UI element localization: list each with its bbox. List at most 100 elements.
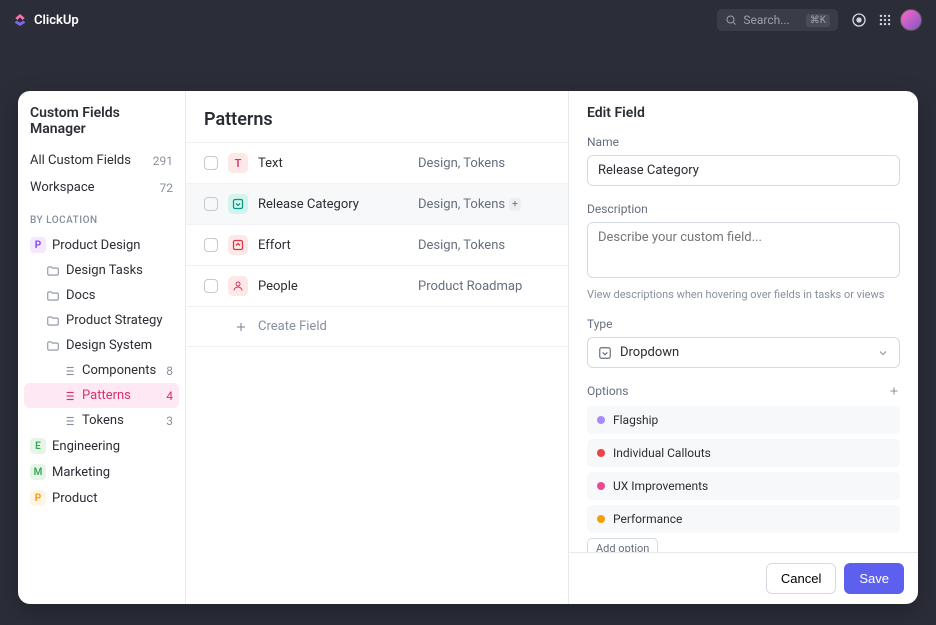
field-name: Text [258, 156, 408, 171]
field-row[interactable]: T Text Design, Tokens [186, 142, 568, 184]
space-badge: P [30, 237, 46, 253]
space-item[interactable]: E Engineering [24, 433, 179, 459]
field-type-icon [228, 235, 248, 255]
page-title: Patterns [186, 109, 568, 142]
folder-item[interactable]: Docs [24, 283, 179, 308]
space-badge: P [30, 490, 46, 506]
list-label: Components [82, 363, 156, 378]
topbar: ClickUp Search... ⌘K [0, 0, 936, 40]
field-type-icon [228, 276, 248, 296]
location-tree: P Product Design Design Tasks Docs Product S… [18, 232, 185, 511]
field-checkbox[interactable] [204, 156, 218, 170]
option-label: UX Improvements [613, 479, 708, 493]
add-option-button[interactable]: Add option [587, 538, 658, 552]
field-location: Design, Tokens+ [418, 197, 521, 212]
search-shortcut: ⌘K [806, 14, 830, 27]
list-item[interactable]: Patterns4 [24, 383, 179, 408]
field-name: People [258, 279, 408, 294]
list-label: Tokens [82, 413, 124, 428]
clickup-logo-icon [12, 12, 28, 28]
panel-footer: Cancel Save [569, 552, 918, 604]
sidebar-workspace[interactable]: Workspace 72 [18, 174, 185, 201]
create-field-button[interactable]: Create Field [186, 307, 568, 347]
list-count: 8 [166, 364, 173, 378]
field-type-icon [228, 194, 248, 214]
sidebar-all-fields[interactable]: All Custom Fields 291 [18, 147, 185, 174]
add-option-icon[interactable] [888, 385, 900, 397]
option-color-dot [597, 482, 605, 490]
global-search[interactable]: Search... ⌘K [717, 9, 838, 31]
space-item[interactable]: P Product Design [24, 232, 179, 258]
field-row[interactable]: People Product Roadmap [186, 266, 568, 307]
option-label: Individual Callouts [613, 446, 711, 460]
space-badge: E [30, 438, 46, 454]
list-item[interactable]: Tokens 3 [24, 408, 179, 433]
field-checkbox[interactable] [204, 197, 218, 211]
field-type-icon: T [228, 153, 248, 173]
app-logo[interactable]: ClickUp [12, 12, 79, 28]
space-label: Marketing [52, 465, 110, 480]
option-color-dot [597, 515, 605, 523]
description-input[interactable] [587, 222, 900, 278]
field-checkbox[interactable] [204, 238, 218, 252]
folder-item[interactable]: Product Strategy [24, 308, 179, 333]
grid-icon [878, 13, 892, 27]
options-label: Options [587, 384, 629, 398]
type-label: Type [587, 317, 900, 331]
folder-label: Product Strategy [66, 313, 162, 328]
sidebar-section-label: BY LOCATION [18, 201, 185, 232]
field-location: Design, Tokens [418, 238, 505, 253]
search-placeholder: Search... [743, 13, 789, 27]
folder-item[interactable]: Design System [24, 333, 179, 358]
field-name: Release Category [258, 197, 408, 212]
name-label: Name [587, 135, 900, 149]
folder-label: Docs [66, 288, 95, 303]
dropdown-option[interactable]: Performance [587, 505, 900, 533]
field-name: Effort [258, 238, 408, 253]
folder-label: Design System [66, 338, 152, 353]
option-color-dot [597, 416, 605, 424]
chevron-down-icon [877, 347, 889, 359]
dropdown-option[interactable]: UX Improvements [587, 472, 900, 500]
dropdown-type-icon [598, 346, 612, 360]
field-location: Product Roadmap [418, 279, 522, 294]
apps-button[interactable] [872, 7, 898, 33]
folder-item[interactable]: Design Tasks [24, 258, 179, 283]
panel-title: Edit Field [587, 105, 900, 121]
field-checkbox[interactable] [204, 279, 218, 293]
custom-fields-modal: Custom Fields Manager All Custom Fields … [18, 91, 918, 604]
dropdown-option[interactable]: Flagship [587, 406, 900, 434]
list-item[interactable]: Components 8 [24, 358, 179, 383]
space-label: Engineering [52, 439, 120, 454]
field-row[interactable]: Effort Design, Tokens [186, 225, 568, 266]
list-count: 3 [166, 414, 173, 428]
space-label: Product [52, 491, 97, 506]
space-item[interactable]: P Product [24, 485, 179, 511]
search-icon [725, 14, 737, 26]
circle-plus-icon [851, 12, 867, 28]
field-row[interactable]: Release Category Design, Tokens+ [186, 184, 568, 225]
record-button[interactable] [846, 7, 872, 33]
description-label: Description [587, 202, 900, 216]
plus-icon [234, 320, 248, 334]
option-color-dot [597, 449, 605, 457]
cancel-button[interactable]: Cancel [766, 563, 836, 594]
space-label: Product Design [52, 238, 140, 253]
name-input[interactable] [587, 155, 900, 186]
modal-backdrop: Custom Fields Manager All Custom Fields … [0, 40, 936, 625]
type-select[interactable]: Dropdown [587, 337, 900, 368]
description-hint: View descriptions when hovering over fie… [587, 288, 900, 301]
field-location: Design, Tokens [418, 156, 505, 171]
option-label: Performance [613, 512, 682, 526]
edit-field-panel: Edit Field Name Description View descrip… [568, 91, 918, 604]
sidebar-title: Custom Fields Manager [18, 105, 185, 147]
space-item[interactable]: M Marketing [24, 459, 179, 485]
user-avatar[interactable] [898, 7, 924, 33]
modal-sidebar: Custom Fields Manager All Custom Fields … [18, 91, 186, 604]
list-label: Patterns [82, 388, 131, 403]
save-button[interactable]: Save [844, 563, 904, 594]
dropdown-option[interactable]: Individual Callouts [587, 439, 900, 467]
space-badge: M [30, 464, 46, 480]
app-name: ClickUp [34, 13, 79, 28]
field-list-pane: Patterns T Text Design, Tokens Release C… [186, 91, 568, 604]
